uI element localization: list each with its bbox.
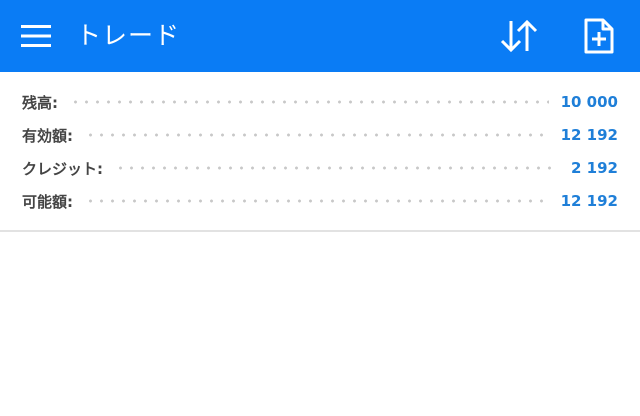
summary-row-balance: 残高: 10 000 — [22, 86, 618, 118]
dotted-leader — [115, 166, 560, 170]
free-margin-value: 12 192 — [560, 192, 618, 210]
credit-value: 2 192 — [571, 159, 618, 177]
dotted-leader — [85, 199, 549, 203]
sort-arrows-icon — [500, 19, 538, 53]
balance-label: 残高: — [22, 93, 58, 112]
equity-label: 有効額: — [22, 126, 73, 145]
dotted-leader — [85, 133, 549, 137]
trade-screen: トレード 残高: 10 000 有効額: 12 192 クレジット: 2 192… — [0, 0, 640, 416]
dotted-leader — [70, 100, 549, 104]
app-bar: トレード — [0, 0, 640, 72]
free-margin-label: 可能額: — [22, 192, 73, 211]
new-order-button[interactable] — [574, 12, 624, 60]
balance-value: 10 000 — [560, 93, 618, 111]
credit-label: クレジット: — [22, 159, 103, 178]
document-plus-icon — [584, 18, 614, 54]
page-title: トレード — [76, 21, 181, 50]
summary-row-credit: クレジット: 2 192 — [22, 152, 618, 184]
summary-row-free-margin: 可能額: 12 192 — [22, 185, 618, 217]
summary-row-equity: 有効額: 12 192 — [22, 119, 618, 151]
menu-button[interactable] — [14, 14, 58, 58]
hamburger-menu-icon — [21, 25, 51, 47]
sort-button[interactable] — [494, 12, 544, 60]
account-summary: 残高: 10 000 有効額: 12 192 クレジット: 2 192 可能額:… — [0, 72, 640, 232]
equity-value: 12 192 — [560, 126, 618, 144]
